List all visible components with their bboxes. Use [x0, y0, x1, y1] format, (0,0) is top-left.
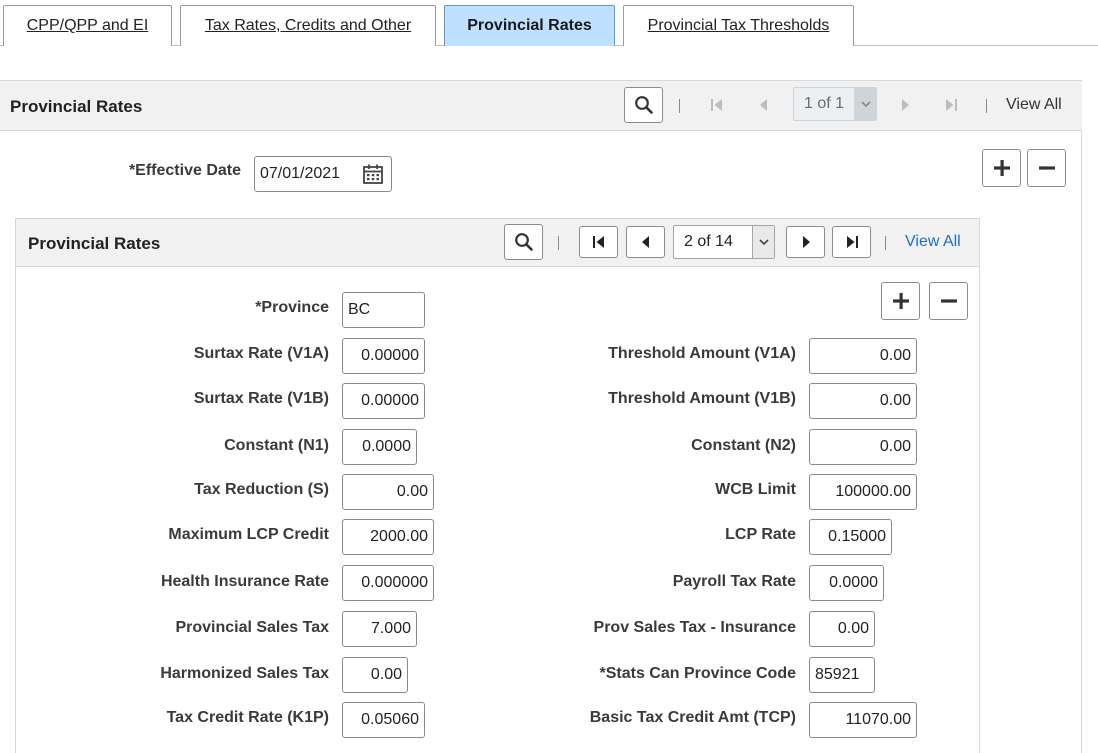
outer-delete-row-button[interactable]: [1027, 149, 1066, 187]
previous-page-button[interactable]: [626, 226, 665, 258]
separator: [558, 236, 559, 250]
first-page-icon: [706, 95, 728, 115]
effective-date-field[interactable]: 07/01/2021: [254, 156, 392, 192]
tax-credit-rate-k1p-field[interactable]: [342, 702, 425, 738]
next-page-icon: [894, 95, 916, 115]
stats-can-province-code-field[interactable]: [809, 657, 875, 693]
tab-label: CPP/QPP and EI: [27, 17, 149, 35]
threshold-v1a-label: Threshold Amount (V1A): [540, 345, 796, 363]
tax-credit-rate-k1p-label: Tax Credit Rate (K1P): [100, 709, 329, 727]
basic-tax-credit-tcp-label: Basic Tax Credit Amt (TCP): [540, 709, 796, 727]
plus-icon: [891, 291, 911, 311]
inner-view-all-link[interactable]: View All: [905, 233, 961, 251]
provincial-sales-tax-label: Provincial Sales Tax: [100, 619, 329, 637]
previous-page-icon: [639, 235, 653, 249]
first-page-button[interactable]: [579, 226, 618, 258]
threshold-v1b-label: Threshold Amount (V1B): [540, 390, 796, 408]
inner-search-button[interactable]: [504, 224, 543, 260]
tab-label: Tax Rates, Credits and Other: [205, 17, 411, 35]
tab-cpp-qpp-ei[interactable]: CPP/QPP and EI: [3, 5, 172, 46]
payroll-tax-rate-label: Payroll Tax Rate: [540, 573, 796, 591]
first-page-icon: [592, 235, 606, 249]
separator: [885, 236, 886, 250]
chevron-down-icon: [854, 88, 876, 120]
plus-icon: [992, 158, 1012, 178]
max-lcp-credit-label: Maximum LCP Credit: [100, 526, 329, 544]
inner-delete-row-button[interactable]: [929, 282, 968, 320]
search-icon: [514, 232, 534, 252]
lcp-rate-field[interactable]: [809, 519, 892, 555]
minus-icon: [939, 291, 959, 311]
page-tabs: CPP/QPP and EI Tax Rates, Credits and Ot…: [0, 0, 1098, 46]
constant-n2-field[interactable]: [809, 429, 917, 465]
pager-text: 2 of 14: [674, 233, 752, 251]
inner-section-title: Provincial Rates: [28, 234, 160, 254]
harmonized-sales-tax-label: Harmonized Sales Tax: [100, 665, 329, 683]
max-lcp-credit-field[interactable]: [342, 519, 434, 555]
last-page-icon: [845, 235, 859, 249]
wcb-limit-label: WCB Limit: [540, 481, 796, 499]
previous-page-icon: [753, 95, 775, 115]
tab-label: Provincial Tax Thresholds: [648, 17, 830, 35]
health-insurance-rate-label: Health Insurance Rate: [100, 573, 329, 591]
last-page-icon: [940, 95, 962, 115]
tab-tax-rates-credits[interactable]: Tax Rates, Credits and Other: [180, 5, 436, 46]
surtax-v1a-label: Surtax Rate (V1A): [100, 345, 329, 363]
outer-grid-header: Provincial Rates 1 of 1 View All: [0, 80, 1082, 131]
tax-reduction-s-field[interactable]: [342, 474, 434, 510]
wcb-limit-field[interactable]: [809, 474, 917, 510]
health-insurance-rate-field[interactable]: [342, 565, 434, 601]
stats-can-province-code-label: *Stats Can Province Code: [540, 665, 796, 683]
pager-text: 1 of 1: [794, 95, 854, 113]
surtax-v1b-field[interactable]: [342, 383, 425, 419]
chevron-down-icon: [752, 226, 774, 258]
calendar-icon[interactable]: [361, 162, 385, 186]
province-field[interactable]: [342, 292, 425, 328]
separator: [679, 99, 680, 113]
inner-row-pager[interactable]: 2 of 14: [673, 225, 775, 259]
separator: [986, 99, 987, 113]
effective-date-value: 07/01/2021: [260, 165, 340, 182]
constant-n1-field[interactable]: [342, 429, 417, 465]
tab-label: Provincial Rates: [467, 17, 592, 35]
province-label: *Province: [100, 299, 329, 317]
inner-add-row-button[interactable]: [881, 282, 920, 320]
search-icon: [634, 95, 654, 115]
minus-icon: [1037, 158, 1057, 178]
next-page-icon: [799, 235, 813, 249]
outer-row-pager[interactable]: 1 of 1: [793, 87, 877, 121]
harmonized-sales-tax-field[interactable]: [342, 657, 408, 693]
outer-view-all-link[interactable]: View All: [1006, 96, 1062, 114]
basic-tax-credit-tcp-field[interactable]: [809, 702, 917, 738]
lcp-rate-label: LCP Rate: [540, 526, 796, 544]
threshold-v1b-field[interactable]: [809, 383, 917, 419]
prov-sales-tax-insurance-field[interactable]: [809, 611, 875, 647]
constant-n2-label: Constant (N2): [540, 437, 796, 455]
surtax-v1b-label: Surtax Rate (V1B): [100, 390, 329, 408]
provincial-sales-tax-field[interactable]: [342, 611, 417, 647]
constant-n1-label: Constant (N1): [100, 437, 329, 455]
threshold-v1a-field[interactable]: [809, 338, 917, 374]
outer-section-title: Provincial Rates: [10, 97, 142, 117]
prov-sales-tax-insurance-label: Prov Sales Tax - Insurance: [540, 619, 796, 637]
effective-date-label: *Effective Date: [60, 162, 241, 180]
tax-reduction-s-label: Tax Reduction (S): [100, 481, 329, 499]
tab-provincial-rates[interactable]: Provincial Rates: [444, 5, 615, 46]
outer-search-button[interactable]: [624, 87, 663, 123]
outer-add-row-button[interactable]: [982, 149, 1021, 187]
surtax-v1a-field[interactable]: [342, 338, 425, 374]
tab-provincial-tax-thresholds[interactable]: Provincial Tax Thresholds: [623, 5, 854, 46]
next-page-button[interactable]: [786, 226, 825, 258]
payroll-tax-rate-field[interactable]: [809, 565, 884, 601]
inner-grid-header: Provincial Rates 2 of 14 View All: [16, 219, 979, 267]
last-page-button[interactable]: [832, 226, 871, 258]
